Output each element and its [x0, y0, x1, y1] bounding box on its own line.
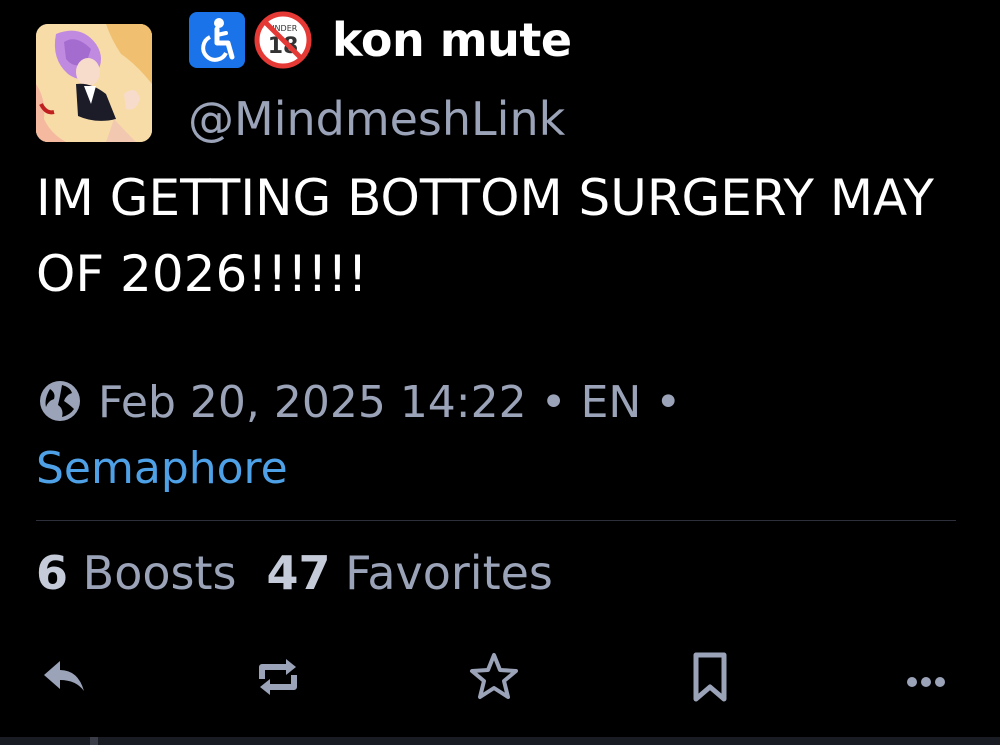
post-meta: Feb 20, 2025 14:22 • EN • Semaphore: [36, 370, 966, 502]
boosts-stat[interactable]: 6 Boosts: [36, 546, 236, 600]
avatar-image: [36, 24, 152, 142]
more-icon: [907, 677, 945, 687]
bottom-bar-tick: [90, 737, 98, 745]
favorites-count: 47: [266, 546, 331, 600]
post-text: IM GETTING BOTTOM SURGERY MAY OF 2026!!!…: [36, 169, 934, 303]
action-bar: [0, 645, 1000, 715]
bottom-bar: [0, 737, 1000, 745]
globe-icon: [36, 377, 84, 425]
no-under-18-icon: UNDER 18: [254, 11, 312, 69]
boosts-label: Boosts: [82, 546, 237, 600]
post-app-link[interactable]: Semaphore: [36, 443, 288, 494]
bookmark-button[interactable]: [678, 645, 742, 709]
reply-icon: [44, 661, 84, 691]
reply-button[interactable]: [32, 645, 96, 709]
post-date[interactable]: Feb 20, 2025 14:22: [98, 377, 527, 428]
more-button[interactable]: [894, 645, 958, 709]
post-language: EN: [580, 377, 642, 428]
boost-icon: [259, 659, 297, 695]
boost-button[interactable]: [246, 645, 310, 709]
favorite-icon: [470, 653, 518, 699]
post-stats: 6 Boosts 47 Favorites: [36, 546, 553, 600]
bookmark-icon: [693, 652, 727, 702]
avatar[interactable]: [36, 24, 152, 142]
divider: [36, 520, 956, 521]
favorite-button[interactable]: [462, 645, 526, 709]
meta-separator: •: [655, 377, 682, 428]
wheelchair-icon: [188, 11, 246, 69]
author-name-row: UNDER 18 kon mute: [188, 8, 572, 72]
author-handle[interactable]: @MindmeshLink: [188, 92, 565, 146]
favorites-label: Favorites: [345, 546, 553, 600]
favorites-stat[interactable]: 47 Favorites: [266, 546, 552, 600]
display-name[interactable]: kon mute: [332, 13, 572, 67]
meta-separator: •: [540, 377, 567, 428]
boosts-count: 6: [36, 546, 69, 600]
